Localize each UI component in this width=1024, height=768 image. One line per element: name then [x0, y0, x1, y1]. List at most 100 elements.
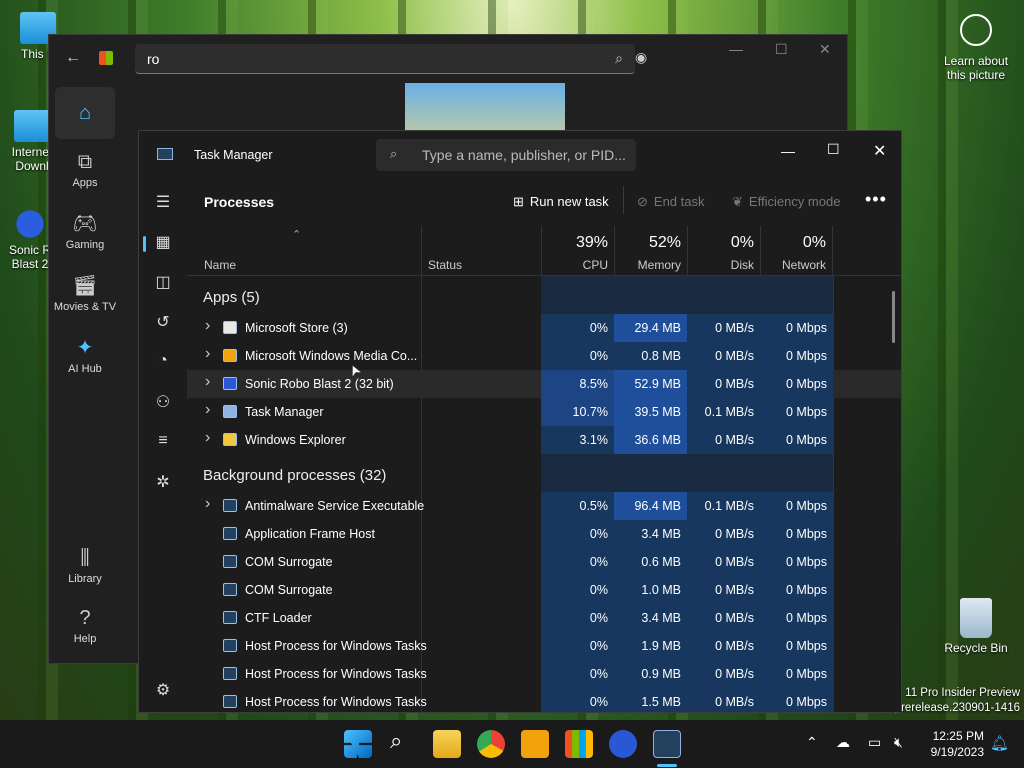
home-button[interactable]: ⌂ — [55, 87, 115, 139]
close-icon[interactable]: ✕ — [819, 41, 831, 58]
cpu-value: 3.1% — [541, 426, 614, 454]
active-app-indicator — [657, 764, 677, 767]
media-player-icon[interactable] — [521, 730, 549, 758]
desktop-label: Learn about this picture — [943, 54, 1009, 82]
startup-apps-icon[interactable]: ◔ — [153, 352, 173, 370]
task-manager-window[interactable]: Task Manager ⌕ Type a name, publisher, o… — [138, 130, 902, 713]
account-icon[interactable]: ◉ — [635, 49, 647, 66]
net-value: 0 Mbps — [760, 314, 833, 342]
chevron-right-icon[interactable]: › — [205, 345, 210, 363]
process-row[interactable]: COM Surrogate 0% 1.0 MB 0 MB/s 0 Mbps — [187, 576, 901, 604]
chevron-right-icon[interactable]: › — [205, 373, 210, 391]
end-task-button[interactable]: ⊘ End task — [637, 194, 705, 210]
sonic-taskbar-icon[interactable] — [609, 730, 637, 758]
clock[interactable]: 12:25 PM 9/19/2023 — [914, 728, 984, 760]
home-icon: ⌂ — [78, 101, 92, 124]
nav-label: AI Hub — [68, 363, 102, 375]
process-row[interactable]: Host Process for Windows Tasks 0% 1.9 MB 0 … — [187, 632, 901, 660]
start-button[interactable] — [344, 730, 372, 758]
process-icon — [223, 321, 237, 334]
column-name[interactable]: Name — [204, 258, 236, 272]
store-taskbar-icon[interactable] — [565, 730, 593, 758]
clapper-icon: 🎬︎ — [72, 275, 98, 297]
desktop-icon-recycle-bin[interactable]: Recycle Bin — [940, 598, 1012, 655]
process-row[interactable]: › Microsoft Windows Media Co... 0% 0.8 MB 0 … — [187, 342, 901, 370]
column-disk[interactable]: 0% Disk — [687, 226, 760, 276]
nav-help[interactable]: ? Help — [49, 595, 121, 657]
hamburger-icon[interactable]: ☰ — [153, 192, 173, 212]
network-icon[interactable]: ▭ — [868, 734, 881, 751]
nav-item[interactable]: 🎮︎ Gaming — [49, 201, 121, 263]
disk-value: 0 MB/s — [687, 688, 760, 712]
chevron-up-icon[interactable]: ⌃ — [806, 734, 818, 751]
file-explorer-icon[interactable] — [433, 730, 461, 758]
column-memory[interactable]: 52% Memory — [614, 226, 687, 276]
chevron-right-icon[interactable]: › — [205, 495, 210, 513]
process-search-input[interactable]: ⌕ Type a name, publisher, or PID... — [376, 139, 636, 171]
back-icon[interactable]: ← — [65, 49, 81, 67]
sort-up-icon: ⌃ — [292, 229, 302, 241]
chevron-right-icon[interactable]: › — [205, 429, 210, 447]
more-options-icon[interactable]: ••• — [865, 189, 887, 210]
processes-icon[interactable]: ▦ — [153, 232, 173, 252]
chevron-right-icon[interactable]: › — [205, 401, 210, 419]
process-row[interactable]: COM Surrogate 0% 0.6 MB 0 MB/s 0 Mbps — [187, 548, 901, 576]
minimize-icon[interactable]: — — [729, 41, 743, 57]
process-row[interactable]: › Windows Explorer 3.1% 36.6 MB 0 MB/s 0 Mbps — [187, 426, 901, 454]
store-search-input[interactable]: ro ⌕ — [135, 44, 635, 74]
process-row[interactable]: Host Process for Windows Tasks 0% 0.9 MB 0 … — [187, 660, 901, 688]
nav-item[interactable]: ⧉ Apps — [49, 139, 121, 201]
task-manager-taskbar-icon[interactable] — [653, 730, 681, 758]
process-row[interactable]: › Antimalware Service Executable 0.5% 96.4 … — [187, 492, 901, 520]
process-name: Microsoft Windows Media Co... — [245, 349, 418, 363]
users-icon[interactable]: ⚇ — [153, 392, 173, 412]
mem-value: 29.4 MB — [614, 314, 687, 342]
nav-item[interactable]: ✦ AI Hub — [49, 325, 121, 387]
app-history-icon[interactable]: ↺ — [153, 312, 173, 332]
notification-bell-icon[interactable]: 🔔︎ — [990, 734, 1009, 752]
run-new-task-button[interactable]: ⊞ Run new task — [513, 194, 609, 210]
close-icon[interactable]: ✕ — [873, 141, 886, 161]
cpu-value: 0% — [541, 604, 614, 632]
disk-value: 0 MB/s — [687, 314, 760, 342]
maximize-icon[interactable]: ☐ — [827, 141, 840, 158]
column-cpu[interactable]: 39% CPU — [541, 226, 614, 276]
net-value: 0 Mbps — [760, 604, 833, 632]
process-row[interactable]: CTF Loader 0% 3.4 MB 0 MB/s 0 Mbps — [187, 604, 901, 632]
details-icon[interactable]: ≡ — [153, 432, 173, 450]
scrollbar[interactable] — [892, 291, 895, 343]
efficiency-mode-button[interactable]: ❦ Efficiency mode — [732, 194, 840, 210]
nav-item[interactable]: 🎬︎ Movies & TV — [49, 263, 121, 325]
process-row[interactable]: › Microsoft Store (3) 0% 29.4 MB 0 MB/s 0 Mbp… — [187, 314, 901, 342]
onedrive-icon[interactable]: ☁ — [836, 734, 850, 751]
learn-about-picture[interactable]: Learn about this picture — [940, 14, 1012, 82]
services-icon[interactable]: ✲ — [153, 472, 173, 492]
search-icon[interactable]: ⌕ — [390, 728, 418, 756]
process-icon — [223, 499, 237, 512]
chrome-icon[interactable] — [477, 730, 505, 758]
library-icon: ⫼ — [80, 547, 90, 569]
column-network[interactable]: 0% Network — [760, 226, 833, 276]
volume-muted-icon[interactable]: 🔇︎ — [894, 734, 903, 751]
process-name: COM Surrogate — [245, 555, 333, 569]
process-icon — [223, 667, 237, 680]
nav-library[interactable]: ⫼ Library — [49, 535, 121, 597]
maximize-icon[interactable]: ☐ — [775, 41, 788, 58]
task-manager-icon — [157, 148, 173, 160]
performance-icon[interactable]: ◫ — [153, 272, 173, 292]
search-icon[interactable]: ⌕ — [615, 50, 623, 67]
disk-value: 0 MB/s — [687, 604, 760, 632]
end-task-icon: ⊘ — [637, 194, 648, 209]
process-row[interactable]: › Task Manager 10.7% 39.5 MB 0.1 MB/s 0 Mbps — [187, 398, 901, 426]
process-icon — [223, 527, 237, 540]
process-row[interactable]: › Sonic Robo Blast 2 (32 bit) 8.5% 52.9 MB 0… — [187, 370, 901, 398]
process-row[interactable]: Host Process for Windows Tasks 0% 1.5 MB 0 … — [187, 688, 901, 712]
chevron-right-icon[interactable]: › — [205, 317, 210, 335]
process-icon — [223, 639, 237, 652]
nav-selected-indicator — [143, 236, 146, 252]
settings-icon[interactable]: ⚙ — [153, 680, 173, 700]
column-status[interactable]: Status — [421, 226, 541, 276]
process-row[interactable]: Application Frame Host 0% 3.4 MB 0 MB/s 0 Mb… — [187, 520, 901, 548]
minimize-icon[interactable]: — — [781, 143, 795, 159]
mem-value: 3.4 MB — [614, 520, 687, 548]
